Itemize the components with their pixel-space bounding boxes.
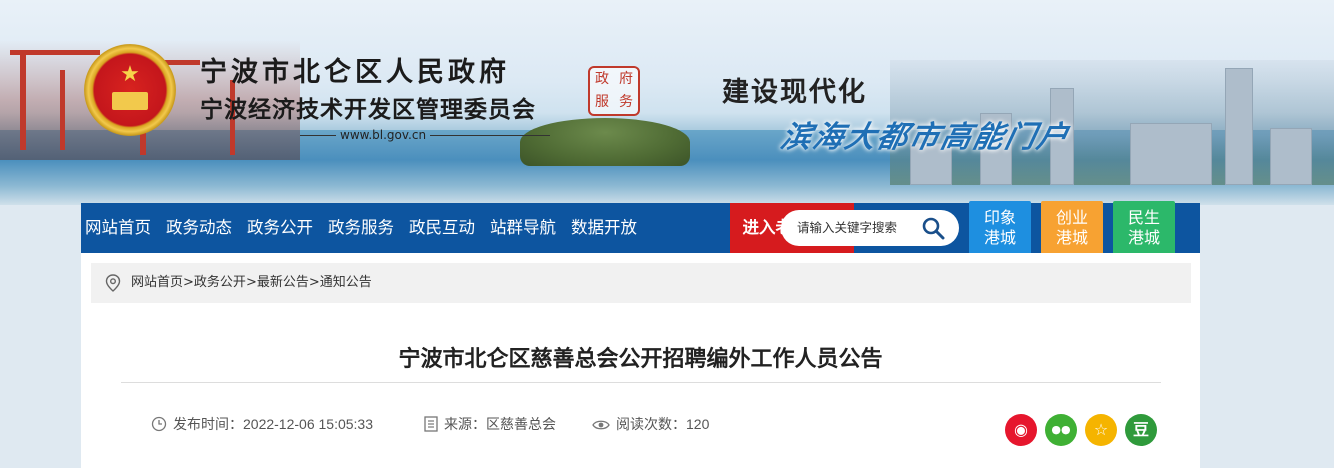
- article-container: 网站首页>政务公开>最新公告>通知公告 宁波市北仑区慈善总会公开招聘编外工作人员…: [81, 253, 1200, 468]
- quick-link-label: 印象: [983, 208, 1016, 227]
- breadcrumb-separator: >: [183, 275, 194, 290]
- header-banner: ★ 宁波市北仑区人民政府 宁波经济技术开发区管理委员会 www.bl.gov.c…: [0, 0, 1334, 205]
- seal-char: 政: [595, 71, 609, 87]
- nav-item-home[interactable]: 网站首页: [85, 203, 151, 253]
- quick-link-label: 港城: [1127, 228, 1160, 247]
- seal-char: 府: [619, 71, 633, 87]
- publish-time-value: 2022-12-06 15:05:33: [243, 416, 373, 432]
- nav-item-gov-open[interactable]: 政务公开: [247, 203, 313, 253]
- breadcrumb-home[interactable]: 网站首页: [131, 275, 183, 290]
- breadcrumb-notices[interactable]: 通知公告: [320, 275, 372, 290]
- weibo-icon[interactable]: ◉: [1005, 414, 1037, 446]
- views-label: 阅读次数：: [616, 416, 686, 432]
- views-meta: 阅读次数：120: [592, 414, 709, 434]
- document-icon: [424, 416, 438, 432]
- nav-item-gov-service[interactable]: 政务服务: [328, 203, 394, 253]
- eye-icon: [592, 420, 610, 430]
- quick-link-label: 港城: [983, 228, 1016, 247]
- national-emblem-logo: ★: [84, 44, 176, 136]
- quick-link-impression[interactable]: 印象 港城: [969, 201, 1031, 255]
- site-url: www.bl.gov.cn: [300, 128, 550, 142]
- seal-char: 服: [595, 94, 609, 110]
- douban-icon[interactable]: 豆: [1125, 414, 1157, 446]
- publish-time-label: 发布时间：: [173, 416, 243, 432]
- source-value: 区慈善总会: [486, 416, 556, 432]
- search-input[interactable]: [797, 210, 923, 246]
- views-value: 120: [686, 416, 710, 432]
- clock-icon: [151, 416, 167, 432]
- wechat-icon[interactable]: ●●: [1045, 414, 1077, 446]
- seal-char: 务: [619, 94, 633, 110]
- source-meta: 来源：区慈善总会: [424, 414, 556, 434]
- quick-link-label: 民生: [1127, 208, 1160, 227]
- breadcrumb-latest-notices[interactable]: 最新公告: [257, 275, 309, 290]
- quick-link-startup[interactable]: 创业 港城: [1041, 201, 1103, 255]
- qzone-icon[interactable]: ☆: [1085, 414, 1117, 446]
- main-nav: 网站首页 政务动态 政务公开 政务服务 政民互动 站群导航 数据开放 进入老年模…: [81, 203, 1200, 253]
- gov-service-seal: 政 府 服 务: [588, 66, 640, 116]
- publish-time-meta: 发布时间：2022-12-06 15:05:33: [151, 414, 373, 434]
- island-scenery: [520, 118, 690, 166]
- breadcrumb: 网站首页>政务公开>最新公告>通知公告: [91, 263, 1191, 303]
- breadcrumb-trail: 网站首页>政务公开>最新公告>通知公告: [131, 263, 372, 303]
- quick-link-livelihood[interactable]: 民生 港城: [1113, 201, 1175, 255]
- slogan-line-2: 滨海大都市高能门户: [777, 120, 1073, 155]
- nav-item-interaction[interactable]: 政民互动: [409, 203, 475, 253]
- nav-item-site-nav[interactable]: 站群导航: [490, 203, 556, 253]
- slogan-line-1: 建设现代化: [722, 77, 867, 108]
- search-box: [781, 210, 959, 246]
- article-title: 宁波市北仑区慈善总会公开招聘编外工作人员公告: [398, 347, 883, 372]
- quick-link-label: 港城: [1055, 228, 1088, 247]
- nav-item-gov-news[interactable]: 政务动态: [166, 203, 232, 253]
- quick-link-label: 创业: [1055, 208, 1088, 227]
- location-pin-icon: [105, 274, 121, 292]
- source-label: 来源：: [444, 416, 486, 432]
- search-icon[interactable]: [921, 216, 945, 240]
- breadcrumb-separator: >: [308, 275, 320, 290]
- nav-item-open-data[interactable]: 数据开放: [571, 203, 637, 253]
- site-subtitle: 宁波经济技术开发区管理委员会: [200, 96, 536, 123]
- site-title: 宁波市北仑区人民政府: [200, 57, 510, 88]
- title-divider: [121, 382, 1161, 383]
- breadcrumb-gov-open[interactable]: 政务公开: [194, 275, 246, 290]
- breadcrumb-separator: >: [245, 275, 257, 290]
